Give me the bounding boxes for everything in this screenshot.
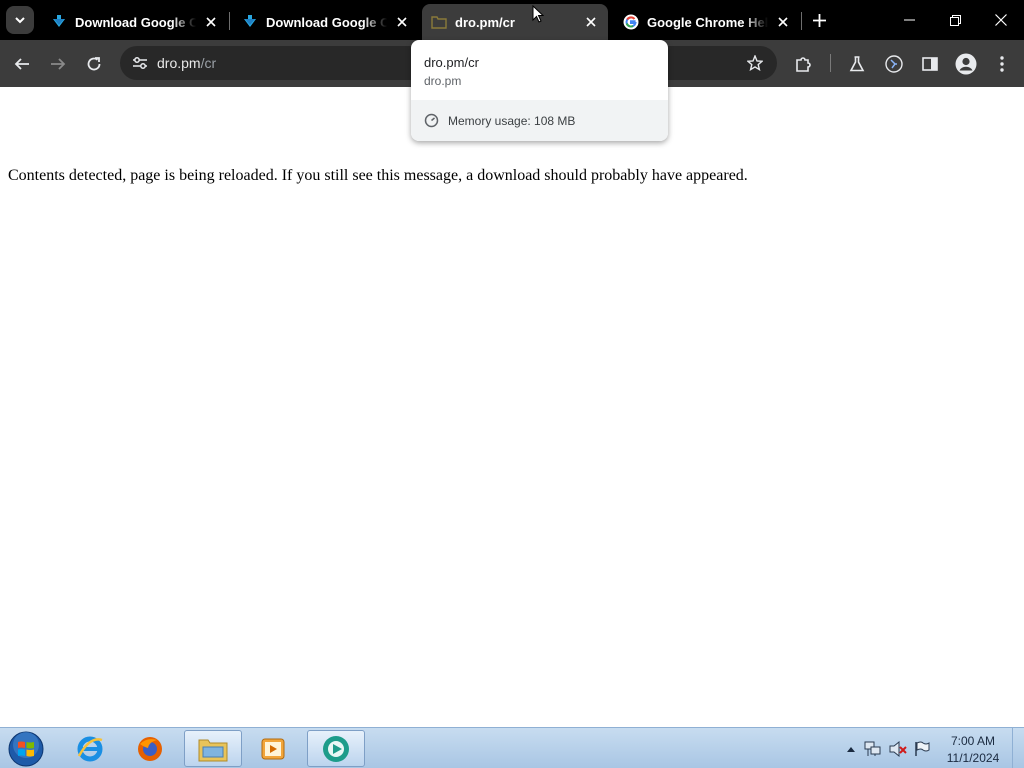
tab-title: Download Google Chrome: [75, 14, 196, 30]
mouse-cursor-icon: [532, 5, 544, 23]
folder-icon: [430, 13, 448, 31]
tray-volume[interactable]: [889, 740, 907, 758]
arrow-right-icon: [51, 58, 66, 70]
menu-button[interactable]: [988, 50, 1016, 78]
arrow-left-icon: [14, 58, 29, 70]
close-icon[interactable]: [202, 13, 220, 31]
url-path: /cr: [200, 55, 217, 71]
chevron-down-icon: [15, 17, 25, 24]
tab-search-button[interactable]: [6, 6, 34, 34]
tab-separator: [229, 12, 230, 30]
minimize-button[interactable]: [886, 0, 932, 40]
clock-time: 7:00 AM: [950, 734, 996, 748]
chevron-up-icon: [847, 747, 855, 752]
restore-icon: [949, 14, 961, 26]
volume-muted-icon: [889, 741, 907, 757]
hover-card-title: dro.pm/cr: [424, 55, 479, 70]
side-panel-button[interactable]: [916, 50, 944, 78]
tab-title: Google Chrome Help: [647, 14, 768, 30]
toolbar-divider: [830, 54, 831, 72]
internet-explorer-icon: [77, 736, 103, 761]
side-panel-icon: [922, 57, 938, 71]
labs-button[interactable]: [843, 50, 871, 78]
plus-icon: [812, 13, 826, 27]
extension-circle-button[interactable]: [880, 50, 908, 78]
page-message: Contents detected, page is being reloade…: [8, 167, 748, 184]
tab-chrome-help[interactable]: Google Chrome Help: [614, 4, 800, 40]
taskbar-firefox[interactable]: [121, 730, 179, 767]
clock-date: 11/1/2024: [946, 751, 1000, 765]
site-info-button[interactable]: [126, 49, 154, 77]
extensions-button[interactable]: [790, 50, 818, 78]
memory-usage-text: Memory usage: 108 MB: [448, 114, 576, 128]
flag-icon: [915, 741, 930, 756]
hover-card-memory-section: Memory usage: 108 MB: [411, 100, 668, 141]
forward-button[interactable]: [44, 50, 72, 78]
taskbar-active-app[interactable]: [307, 730, 365, 767]
show-hidden-icons-button[interactable]: [842, 740, 860, 758]
tab-hover-card: dro.pm/cr dro.pm Memory usage: 108 MB: [411, 40, 668, 141]
firefox-icon: [138, 736, 162, 761]
gauge-icon: [423, 112, 440, 129]
kebab-menu-icon: [1000, 56, 1004, 72]
puzzle-icon: [796, 57, 811, 72]
tray-network[interactable]: [864, 740, 882, 758]
close-icon[interactable]: [393, 13, 411, 31]
profile-button[interactable]: [952, 50, 980, 78]
tab-title: dro.pm/cr: [455, 14, 515, 30]
media-player-icon: [261, 738, 285, 759]
tune-icon: [133, 57, 147, 69]
extension-circle-icon: [885, 55, 903, 73]
google-g-icon: [622, 13, 640, 31]
flask-icon: [849, 56, 865, 72]
app-icon: [323, 735, 349, 762]
tab-download-chrome-2[interactable]: Download Google Chrome: [233, 4, 419, 40]
tray-action-center[interactable]: [913, 740, 931, 758]
download-arrow-icon: [241, 13, 259, 31]
back-button[interactable]: [8, 50, 36, 78]
taskbar-internet-explorer[interactable]: [61, 730, 119, 767]
close-icon[interactable]: [582, 13, 600, 31]
close-icon: [995, 14, 1007, 26]
tab-separator: [801, 12, 802, 30]
avatar-icon: [955, 53, 977, 75]
windows-orb-icon: [8, 731, 44, 767]
taskbar-file-explorer[interactable]: [184, 730, 242, 767]
system-clock[interactable]: 7:00 AM 11/1/2024: [940, 733, 1006, 767]
tab-dro-pm-active[interactable]: dro.pm/cr: [422, 4, 608, 40]
reload-button[interactable]: [80, 50, 108, 78]
bookmark-star-button[interactable]: [743, 51, 767, 75]
start-button[interactable]: [6, 731, 46, 767]
star-icon: [747, 55, 763, 71]
restore-button[interactable]: [932, 0, 978, 40]
network-icon: [864, 741, 881, 756]
new-tab-button[interactable]: [808, 9, 830, 31]
tab-strip: Download Google Chrome Download Google C…: [0, 0, 1024, 40]
reload-icon: [87, 57, 101, 71]
url-text[interactable]: dro.pm/cr: [157, 55, 216, 71]
tab-title: Download Google Chrome: [266, 14, 387, 30]
windows-taskbar: 7:00 AM 11/1/2024: [0, 727, 1024, 768]
show-desktop-button[interactable]: [1012, 728, 1024, 768]
minimize-icon: [903, 19, 915, 21]
close-icon[interactable]: [774, 13, 792, 31]
url-host: dro.pm: [157, 55, 201, 71]
download-arrow-icon: [50, 13, 68, 31]
taskbar-media-player[interactable]: [244, 730, 302, 767]
tab-download-chrome-1[interactable]: Download Google Chrome: [42, 4, 228, 40]
close-window-button[interactable]: [978, 0, 1024, 40]
hover-card-domain: dro.pm: [424, 74, 462, 88]
file-explorer-icon: [198, 739, 228, 761]
